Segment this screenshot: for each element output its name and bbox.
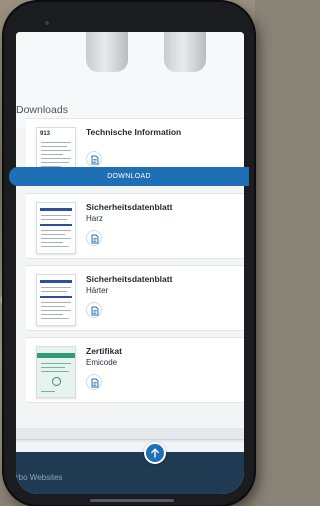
section-title: Downloads bbox=[16, 104, 68, 116]
card-subtitle: Harz bbox=[86, 214, 103, 223]
divider bbox=[16, 439, 244, 440]
document-icon bbox=[91, 378, 99, 388]
download-card[interactable]: Zertifikat Emicode bbox=[26, 337, 244, 403]
thumbnail-text: 913 bbox=[40, 131, 51, 137]
phone-frame: Downloads 913 Technische Information Sic… bbox=[4, 2, 254, 505]
scroll-top-button[interactable] bbox=[144, 442, 166, 464]
document-button[interactable] bbox=[86, 302, 102, 318]
card-title: Zertifikat bbox=[86, 346, 122, 356]
document-thumbnail bbox=[36, 274, 76, 326]
camera-dot bbox=[45, 21, 49, 25]
arrow-up-icon bbox=[151, 448, 159, 458]
card-title: Sicherheitsdatenblatt bbox=[86, 274, 173, 284]
document-thumbnail bbox=[36, 202, 76, 254]
certificate-thumbnail bbox=[36, 346, 76, 398]
footer-text: rbo Websites bbox=[16, 473, 63, 482]
document-icon bbox=[91, 155, 99, 165]
document-icon bbox=[91, 234, 99, 244]
document-button[interactable] bbox=[86, 374, 102, 390]
home-indicator bbox=[90, 499, 174, 502]
download-card[interactable]: Sicherheitsdatenblatt Harz bbox=[26, 193, 244, 259]
card-title: Sicherheitsdatenblatt bbox=[86, 202, 173, 212]
document-icon bbox=[91, 306, 99, 316]
card-subtitle: Härter bbox=[86, 286, 109, 295]
document-button[interactable] bbox=[86, 230, 102, 246]
card-title: Technische Information bbox=[86, 127, 182, 137]
product-canister-image bbox=[86, 32, 128, 72]
download-button[interactable]: DOWNLOAD bbox=[9, 167, 249, 186]
phone-screen[interactable]: Downloads 913 Technische Information Sic… bbox=[16, 32, 244, 494]
document-button[interactable] bbox=[86, 151, 102, 167]
card-subtitle: Emicode bbox=[86, 358, 118, 367]
product-canister-image bbox=[164, 32, 206, 72]
download-card[interactable]: Sicherheitsdatenblatt Härter bbox=[26, 265, 244, 331]
